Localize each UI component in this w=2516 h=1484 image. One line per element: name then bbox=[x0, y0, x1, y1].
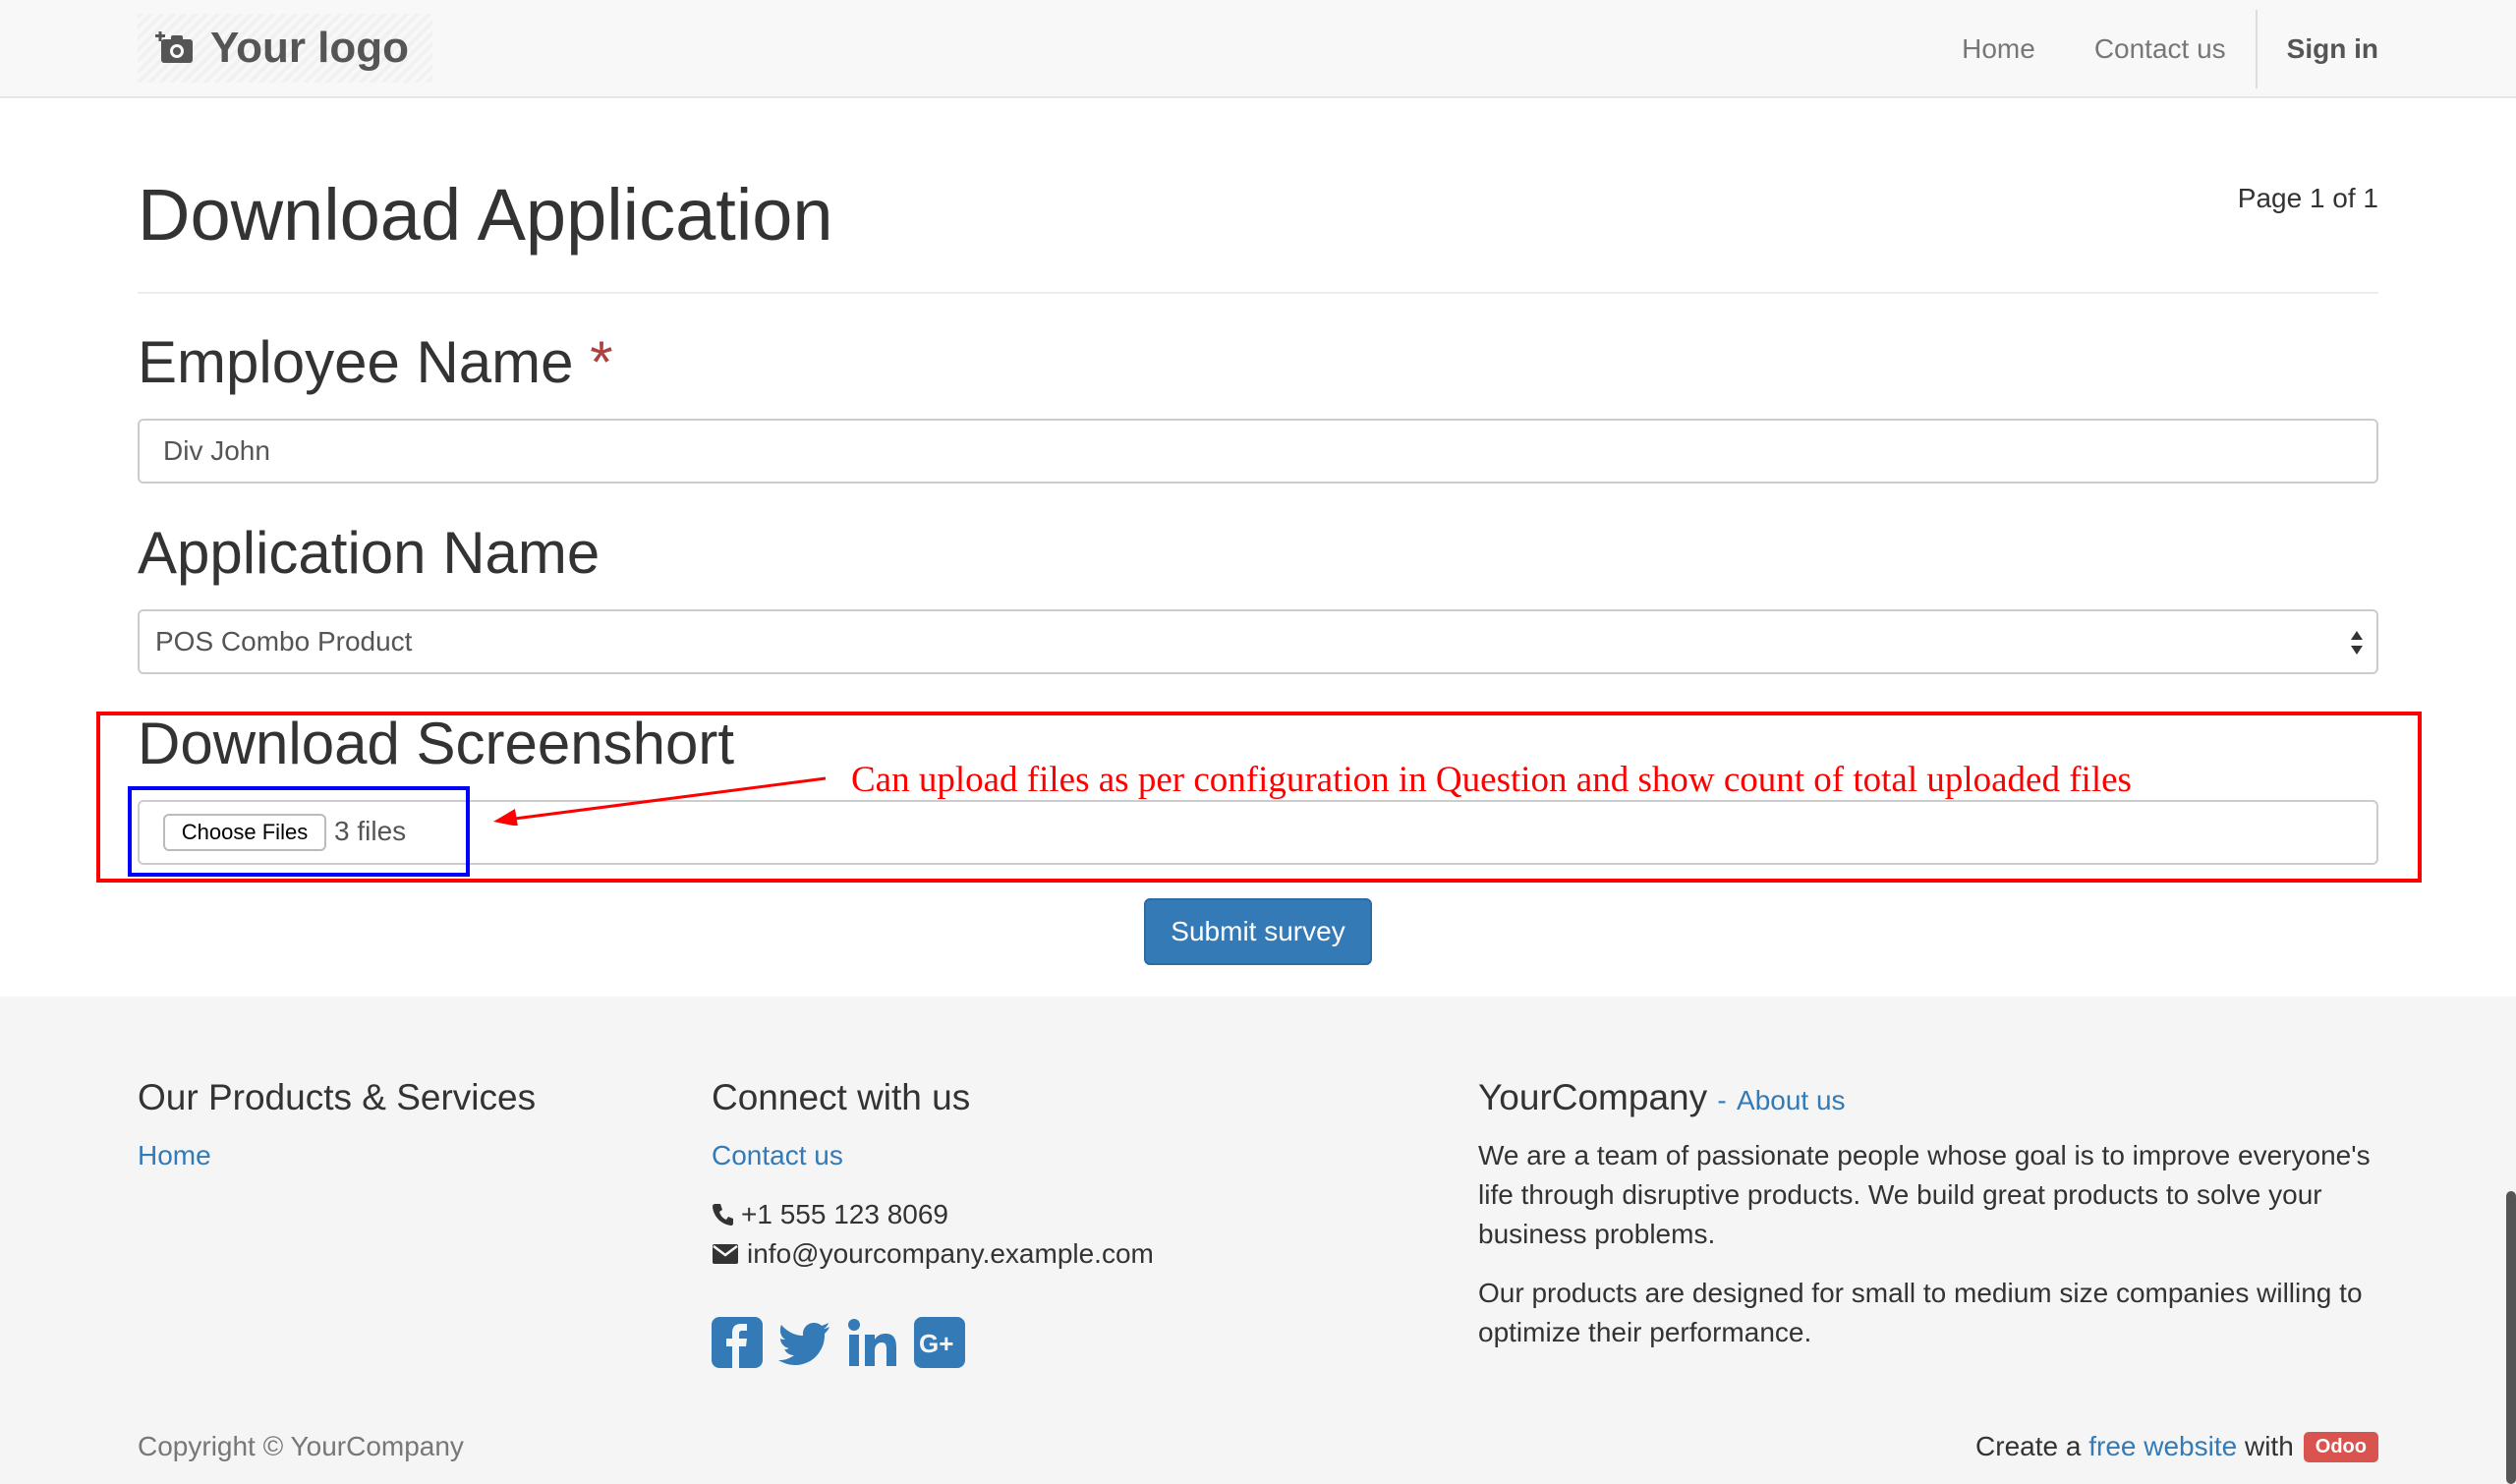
page-title: Download Application bbox=[138, 174, 833, 256]
annotation-arrow-icon bbox=[493, 776, 827, 826]
nav-contact-us[interactable]: Contact us bbox=[2065, 0, 2256, 98]
phone-icon bbox=[713, 1204, 733, 1226]
svg-text:G+: G+ bbox=[919, 1329, 953, 1358]
footer-company-title: YourCompany bbox=[1478, 1077, 1708, 1117]
camera-plus-icon bbox=[155, 31, 193, 63]
page-scrollbar[interactable] bbox=[2506, 1191, 2516, 1484]
footer-phone-text: +1 555 123 8069 bbox=[741, 1199, 948, 1229]
footer-home-link[interactable]: Home bbox=[138, 1140, 211, 1171]
footer-about-paragraph-2: Our products are designed for small to m… bbox=[1478, 1278, 2363, 1347]
application-name-select[interactable]: POS Combo Product bbox=[138, 609, 2378, 674]
footer-credit: Create a free website with Odoo bbox=[1975, 1431, 2378, 1462]
select-updown-icon bbox=[2351, 631, 2363, 655]
brand-text: Your logo bbox=[210, 24, 410, 72]
facebook-icon[interactable] bbox=[712, 1317, 763, 1368]
footer-company-heading: YourCompany - About us bbox=[1478, 1077, 1846, 1118]
page-counter: Page 1 of 1 bbox=[2237, 183, 2378, 213]
footer-connect-title: Connect with us bbox=[712, 1077, 971, 1117]
top-navbar: Your logo Home Contact us Sign in bbox=[0, 0, 2516, 98]
credit-prefix: Create a bbox=[1975, 1431, 2082, 1461]
linkedin-icon[interactable] bbox=[847, 1317, 898, 1368]
odoo-badge[interactable]: Odoo bbox=[2303, 1431, 2378, 1462]
employee-name-label: Employee Name * bbox=[138, 328, 613, 396]
main-nav: Home Contact us Sign in bbox=[1932, 0, 2378, 98]
nav-sign-in[interactable]: Sign in bbox=[2258, 0, 2378, 98]
footer-email-text: info@yourcompany.example.com bbox=[747, 1238, 1154, 1269]
employee-name-label-text: Employee Name bbox=[138, 329, 574, 395]
copyright-text: Copyright © YourCompany bbox=[138, 1431, 464, 1461]
nav-home[interactable]: Home bbox=[1932, 0, 2065, 98]
envelope-icon bbox=[713, 1244, 738, 1264]
footer-email: info@yourcompany.example.com bbox=[712, 1238, 1154, 1270]
brand-logo[interactable]: Your logo bbox=[138, 14, 432, 83]
social-links: G+ bbox=[712, 1317, 965, 1368]
submit-survey-button[interactable]: Submit survey bbox=[1144, 898, 1372, 965]
footer-products-title: Our Products & Services bbox=[138, 1077, 537, 1117]
footer-about-paragraph-1: We are a team of passionate people whose… bbox=[1478, 1140, 2371, 1249]
footer-contact-link[interactable]: Contact us bbox=[712, 1140, 843, 1171]
employee-name-input[interactable]: Div John bbox=[138, 419, 2378, 484]
free-website-link[interactable]: free website bbox=[2088, 1431, 2237, 1462]
required-asterisk: * bbox=[590, 329, 613, 395]
footer-title-dash: - bbox=[1717, 1085, 1727, 1115]
annotation-blue-box bbox=[128, 786, 470, 877]
google-plus-icon[interactable]: G+ bbox=[914, 1317, 965, 1368]
application-name-selected: POS Combo Product bbox=[155, 626, 413, 656]
employee-name-value: Div John bbox=[163, 435, 270, 466]
application-name-label: Application Name bbox=[138, 520, 600, 586]
footer-phone: +1 555 123 8069 bbox=[712, 1199, 948, 1230]
twitter-icon[interactable] bbox=[778, 1317, 831, 1368]
title-divider bbox=[138, 292, 2378, 294]
annotation-text: Can upload files as per configuration in… bbox=[851, 760, 2132, 800]
credit-with: with bbox=[2244, 1431, 2294, 1461]
footer-about-link[interactable]: About us bbox=[1737, 1085, 1846, 1115]
